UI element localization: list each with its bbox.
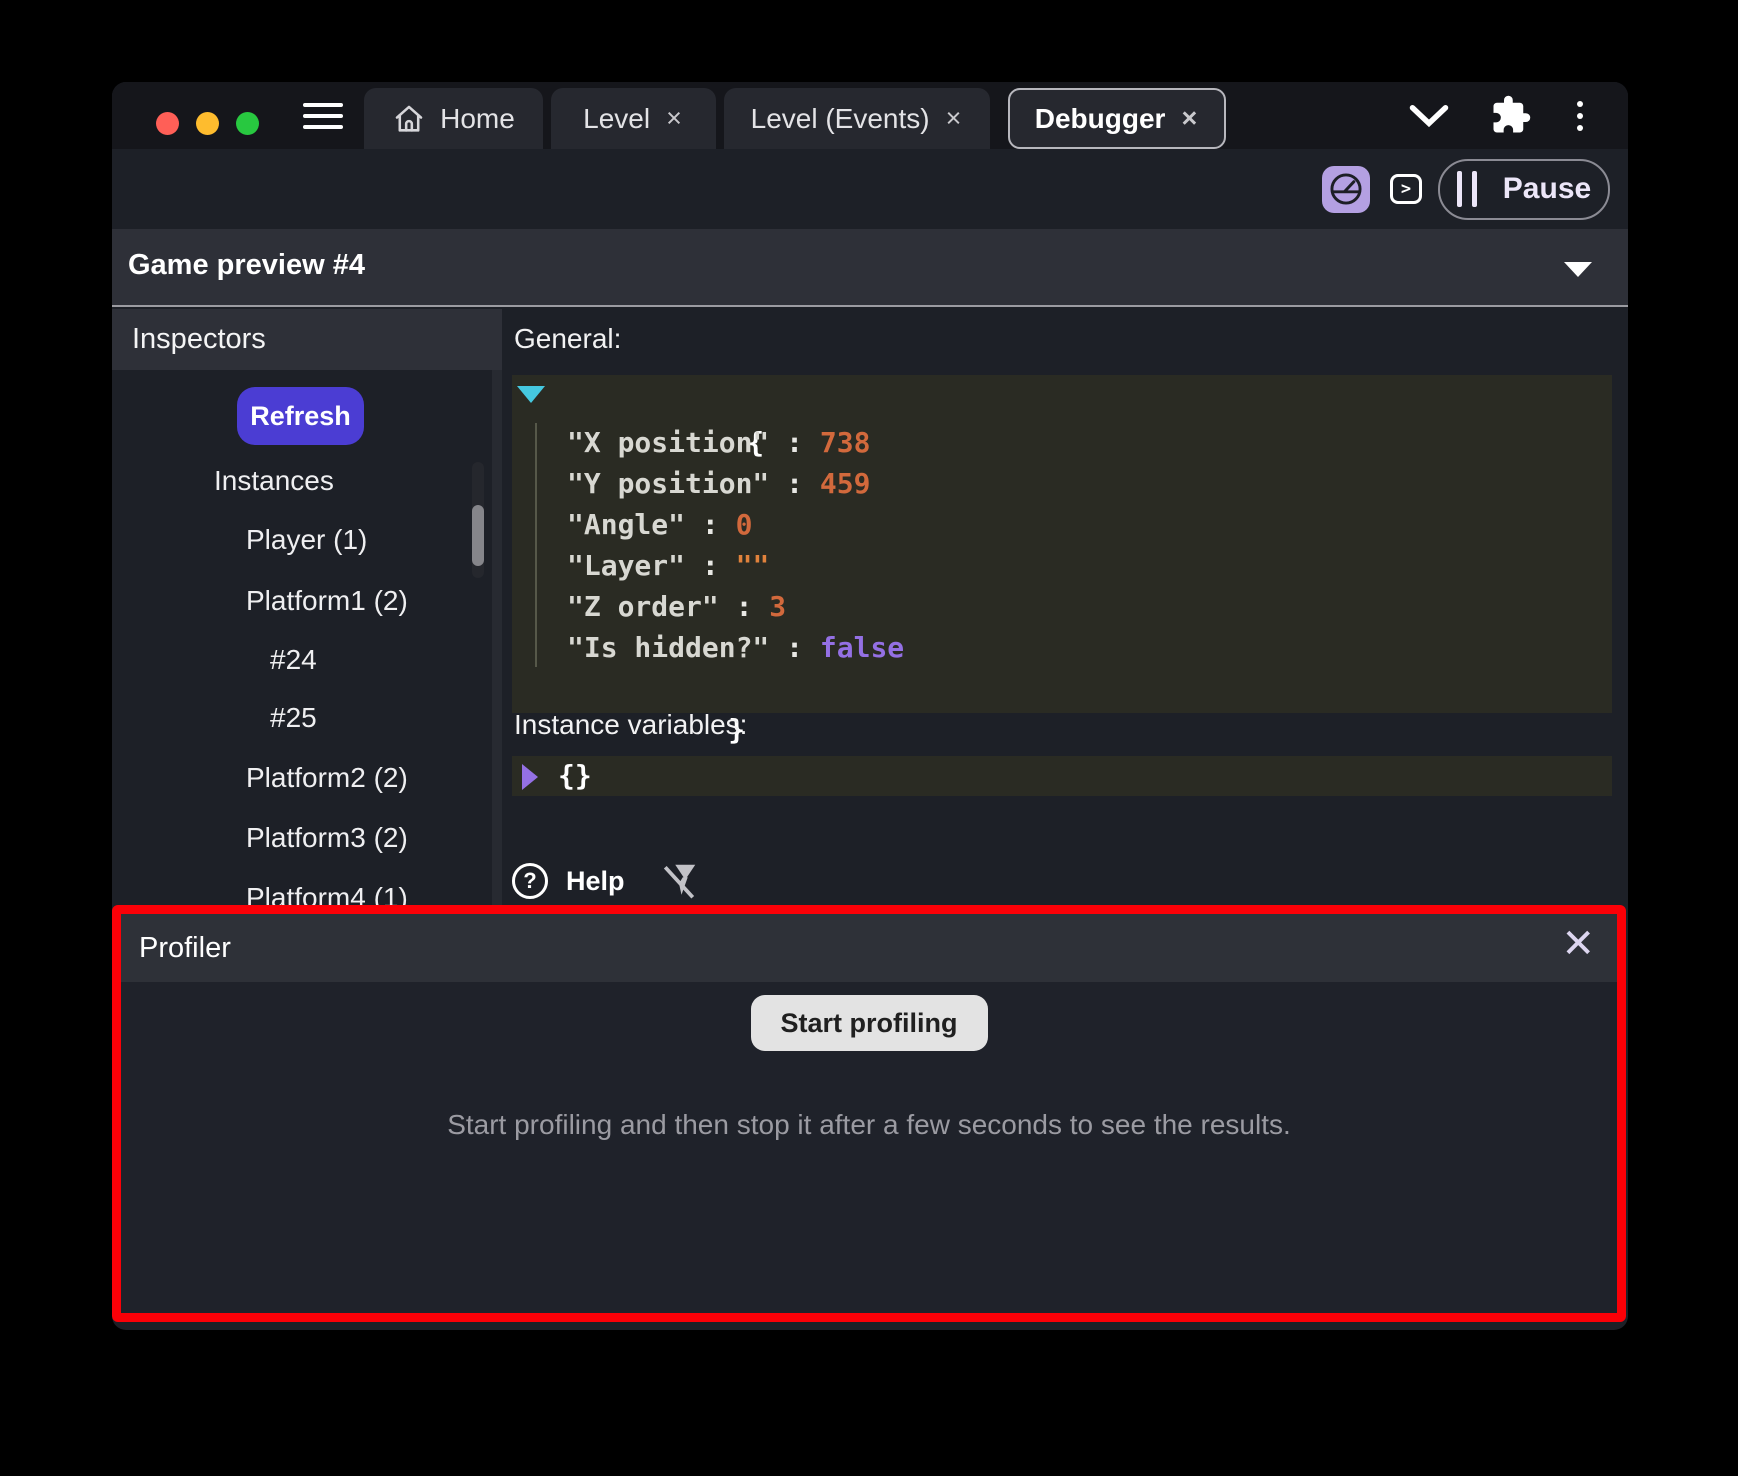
inspectors-header: Inspectors <box>112 309 502 370</box>
tab-label: Home <box>440 103 515 135</box>
inspectors-tree: Refresh Instances Player (1) Platform1 (2)… <box>112 370 502 912</box>
general-json-tree: { "X position" : 738"Y position" : 459"A… <box>512 375 1612 713</box>
json-open-brace: { <box>512 381 1612 422</box>
tree-item-platform2-2[interactable]: Platform2 (2) <box>246 762 408 794</box>
screen-background: Home Level × Level (Events) × Debugger × <box>0 0 1738 1476</box>
game-preview-title: Game preview #4 <box>128 249 365 282</box>
tree-item-instances[interactable]: Instances <box>214 465 334 497</box>
scrollbar-thumb[interactable] <box>472 505 484 566</box>
json-close-brace: } <box>512 668 1612 709</box>
tree-item-24[interactable]: #24 <box>270 644 317 676</box>
chevron-down-icon[interactable] <box>1407 98 1451 134</box>
tab-label: Level <box>583 103 650 135</box>
tree-item-platform1-2[interactable]: Platform1 (2) <box>246 585 408 617</box>
json-property-y-position: "Y position" : 459 <box>512 463 1612 504</box>
inspectors-title: Inspectors <box>132 323 266 356</box>
tab-label: Level (Events) <box>751 103 930 135</box>
debugger-toolbar: > Pause <box>112 149 1628 229</box>
debugger-content: Inspectors Refresh Instances Player (1) Pl… <box>112 309 1628 912</box>
pause-button[interactable]: Pause <box>1438 159 1610 220</box>
profiler-title: Profiler <box>139 932 231 965</box>
profiler-close-icon[interactable]: ✕ <box>1561 924 1595 964</box>
expand-arrow-icon[interactable] <box>522 764 538 790</box>
tab-label: Debugger <box>1035 103 1166 135</box>
profiler-description: Start profiling and then stop it after a… <box>447 1109 1291 1141</box>
instance-variables-tree: {} <box>512 756 1612 796</box>
inspectors-sidebar: Inspectors Refresh Instances Player (1) Pl… <box>112 309 502 912</box>
pause-label: Pause <box>1503 172 1591 206</box>
profiler-panel: Profiler ✕ Start profiling Start profili… <box>112 905 1626 1322</box>
gauge-icon <box>1328 171 1364 207</box>
tab-bar: Home Level × Level (Events) × Debugger × <box>112 82 1628 149</box>
console-button[interactable]: > <box>1390 174 1422 204</box>
profiler-header: Profiler ✕ <box>121 914 1617 982</box>
pin-off-icon[interactable] <box>659 861 699 901</box>
window-close-button[interactable] <box>156 112 179 135</box>
game-preview-selector[interactable]: Game preview #4 <box>112 229 1628 307</box>
help-row: ? Help <box>512 859 699 903</box>
json-property-layer: "Layer" : "" <box>512 545 1612 586</box>
more-options-kebab-icon[interactable] <box>1572 94 1588 138</box>
tab-home[interactable]: Home <box>364 88 543 149</box>
home-icon <box>392 102 426 136</box>
general-label: General: <box>514 323 621 355</box>
extensions-puzzle-icon[interactable] <box>1490 94 1532 136</box>
tab-close-icon[interactable]: × <box>664 105 684 132</box>
instance-variables-label: Instance variables: <box>514 709 747 741</box>
chevron-right-icon: > <box>1401 179 1411 199</box>
tab-close-icon[interactable]: × <box>1179 105 1199 132</box>
tab-debugger[interactable]: Debugger × <box>1008 88 1226 149</box>
refresh-button[interactable]: Refresh <box>237 387 364 445</box>
json-property-x-position: "X position" : 738 <box>512 422 1612 463</box>
pause-icon <box>1457 171 1477 207</box>
window-zoom-button[interactable] <box>236 112 259 135</box>
help-icon[interactable]: ? <box>512 863 548 899</box>
tree-item-25[interactable]: #25 <box>270 702 317 734</box>
inspector-detail-pane: General: { "X position" : 738"Y position… <box>502 309 1628 912</box>
profiler-toggle-button[interactable] <box>1322 166 1370 213</box>
tree-item-platform3-2[interactable]: Platform3 (2) <box>246 822 408 854</box>
help-link[interactable]: Help <box>566 866 625 897</box>
json-property-is-hidden: "Is hidden?" : false <box>512 627 1612 668</box>
tab-level-events[interactable]: Level (Events) × <box>724 88 990 149</box>
tree-item-player-1[interactable]: Player (1) <box>246 524 367 556</box>
profiler-body: Start profiling Start profiling and then… <box>121 982 1617 1141</box>
json-property-z-order: "Z order" : 3 <box>512 586 1612 627</box>
tab-close-icon[interactable]: × <box>944 105 964 132</box>
gdevelop-window: Home Level × Level (Events) × Debugger × <box>112 82 1628 1330</box>
start-profiling-button[interactable]: Start profiling <box>751 995 988 1051</box>
window-minimize-button[interactable] <box>196 112 219 135</box>
main-menu-icon[interactable] <box>303 103 343 129</box>
tab-level[interactable]: Level × <box>551 88 716 149</box>
caret-down-icon[interactable] <box>1564 262 1592 277</box>
json-property-angle: "Angle" : 0 <box>512 504 1612 545</box>
